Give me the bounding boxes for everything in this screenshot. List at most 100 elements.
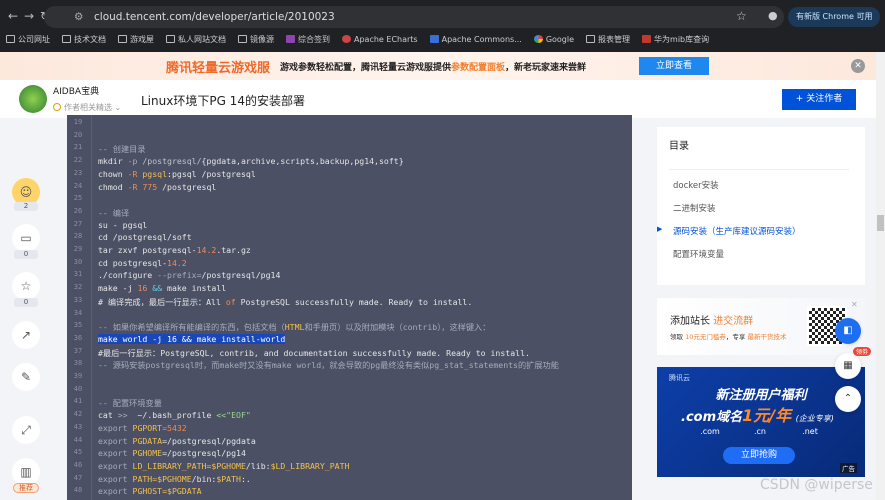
code-token: =/postgresql/pgdata [162, 435, 256, 446]
bookmark-item[interactable]: 技术文档 [62, 34, 106, 45]
code-token: cat [98, 410, 118, 421]
bookmark-star-icon[interactable]: ☆ [736, 9, 747, 23]
bookmark-item[interactable]: 镜像源 [238, 34, 274, 45]
ad-headline: 新注册用户福利 [715, 388, 807, 403]
domain-ad[interactable]: 腾讯云 新注册用户福利 .com域名1元/年 (企业专享) .com .cn .… [657, 367, 865, 477]
bookmark-item[interactable]: 华为mib库查询 [642, 34, 709, 45]
toc-title: 目录 [669, 141, 689, 152]
author-selection-dropdown[interactable]: 作者相关精选 ⌄ [53, 102, 121, 113]
promo-banner[interactable]: 腾讯轻量云游戏服 游戏参数轻松配置，腾讯轻量云游戏服提供参数配置面板，新老玩家速… [0, 52, 876, 80]
folder-icon [238, 35, 247, 43]
bookmark-item[interactable]: Apache Commons... [429, 34, 522, 44]
code-token: ./configure [98, 270, 158, 281]
toc-item[interactable]: docker安装 [673, 179, 719, 191]
code-token: /postgresql [157, 181, 217, 192]
follow-author-button[interactable]: + 关注作者 [782, 89, 856, 110]
join-group-ad[interactable]: 添加站长 进交流群 领取 10元无门槛券，专享 最新干货技术 ✕ [657, 298, 865, 355]
bookmark-item[interactable]: 综合签到 [286, 34, 330, 45]
back-icon[interactable]: ← [8, 9, 18, 23]
back-to-top-icon[interactable]: ⌃ [835, 386, 861, 412]
code-line: mkdir -p /postgresql/{pgdata,archive,scr… [98, 156, 404, 166]
toc-item[interactable]: 二进制安装 [673, 202, 716, 214]
bookmark-item[interactable]: 公司网址 [6, 34, 50, 45]
line-number: 23 [73, 168, 83, 177]
article-header: AIDBA宝典 作者相关精选 ⌄ Linux环境下PG 14的安装部署 + 关注… [0, 80, 876, 118]
close-icon[interactable]: ✕ [851, 300, 858, 309]
comment-count: 0 [14, 250, 38, 259]
bookmark-item[interactable]: Apache ECharts [342, 35, 418, 44]
scrollbar[interactable] [876, 52, 885, 500]
site-settings-icon[interactable]: ⚙ [74, 6, 83, 28]
bookmark-label: 私人网站文档 [178, 34, 226, 44]
code-token: /lib: [245, 460, 271, 471]
code-token: PostgreSQL successfully made. Ready to i… [235, 296, 473, 307]
bookmark-label: Apache Commons... [441, 34, 522, 44]
profile-icon[interactable]: ● [768, 9, 778, 22]
author-avatar[interactable] [19, 85, 47, 113]
code-token: 14.2 [196, 245, 217, 255]
code-token: PATH [132, 473, 153, 484]
line-number: 41 [73, 397, 83, 406]
toc-item-active[interactable]: 源码安装（生产库建议源码安装） [673, 225, 801, 237]
code-token: export [98, 460, 133, 471]
bookmark-item[interactable]: Google [533, 34, 575, 44]
update-chrome-button[interactable]: 有新版 Chrome 可用 [788, 7, 881, 27]
code-token: 和手册页）以及附加模块（contrib），这样键入： [304, 322, 491, 333]
address-bar[interactable]: ⚙ cloud.tencent.com/developer/article/201… [44, 6, 784, 28]
folder-icon [586, 35, 596, 43]
favorite-star-icon[interactable]: ☆ [12, 272, 40, 300]
domain-net: .net [802, 427, 818, 436]
qr-float-icon[interactable]: ▦ [835, 353, 861, 379]
share-icon[interactable]: ↗ [12, 321, 40, 349]
code-token: make -j [98, 283, 138, 294]
add-note-icon[interactable]: ✎ [12, 363, 40, 391]
code-token: export [98, 448, 133, 459]
line-number: 44 [73, 435, 83, 444]
code-line: export LD_LIBRARY_PATH=$PGHOME/lib:$LD_L… [98, 461, 349, 471]
code-token: su - pgsql [98, 219, 148, 230]
code-token: of [225, 296, 236, 307]
fullscreen-icon[interactable]: ⤢ [12, 416, 40, 444]
code-token: -- 编译 [98, 207, 130, 218]
code-token: export [98, 422, 133, 433]
table-of-contents: 目录 ▶ docker安装 二进制安装 源码安装（生产库建议源码安装） 配置环境… [657, 127, 865, 285]
bookmark-item[interactable]: 游戏屋 [118, 34, 154, 45]
code-token: PGHOME [132, 448, 163, 459]
bookmark-label: Google [545, 34, 575, 44]
code-token: cd postgresql- [98, 257, 168, 268]
code-line: export PGDATA=/postgresql/pgdata [98, 436, 256, 446]
book-icon[interactable]: ▥ [12, 458, 40, 486]
buy-now-button[interactable]: 立即抢购 [723, 447, 795, 464]
watermark: CSDN @wiperse [760, 477, 873, 493]
feedback-icon[interactable]: ◧ [835, 318, 861, 344]
close-icon[interactable]: ✕ [851, 59, 865, 73]
author-name[interactable]: AIDBA宝典 [53, 84, 99, 97]
banner-view-button[interactable]: 立即查看 [639, 57, 709, 75]
code-token: mkdir [98, 156, 128, 167]
ad-sub-b: ，专享 [725, 333, 746, 341]
like-count: 2 [14, 202, 38, 211]
browser-chrome: ← → ↻ ⚙cloud.tencent.com/developer/artic… [0, 0, 885, 52]
code-line: -- 如果你希望编译所有能编译的东西，包括文档（HTML和手册页）以及附加模块（… [98, 321, 490, 333]
forward-icon[interactable]: → [24, 9, 34, 23]
toc-divider [669, 169, 849, 170]
line-number: 39 [73, 372, 83, 380]
line-number: 32 [73, 283, 83, 292]
folder-icon [6, 35, 15, 43]
code-token: cd /postgresql/soft [98, 232, 192, 243]
code-token: HTML [284, 322, 305, 333]
toc-item[interactable]: 配置环境变量 [673, 248, 724, 260]
code-token: -- 源码安装postgresql时，而make时又没有make world，就… [98, 360, 559, 371]
bookmark-item[interactable]: 报表管理 [586, 34, 630, 45]
code-token: # 编译完成，最后一行显示：All [98, 296, 226, 307]
line-number: 37 [73, 346, 83, 355]
bookmark-item[interactable]: 私人网站文档 [166, 34, 226, 45]
line-number: 30 [73, 257, 83, 266]
recommend-tag[interactable]: 推荐 [13, 483, 39, 493]
code-token: /postgresql/pg14 [201, 270, 281, 281]
scrollbar-thumb[interactable] [877, 215, 884, 231]
comment-icon[interactable]: ▭ [12, 224, 40, 252]
code-token: $PATH [216, 473, 241, 484]
ad-sub-hl2: 最新干货技术 [747, 333, 787, 341]
banner-text: 游戏参数轻松配置，腾讯轻量云游戏服提供参数配置面板，新老玩家速来尝鲜 [280, 60, 586, 73]
